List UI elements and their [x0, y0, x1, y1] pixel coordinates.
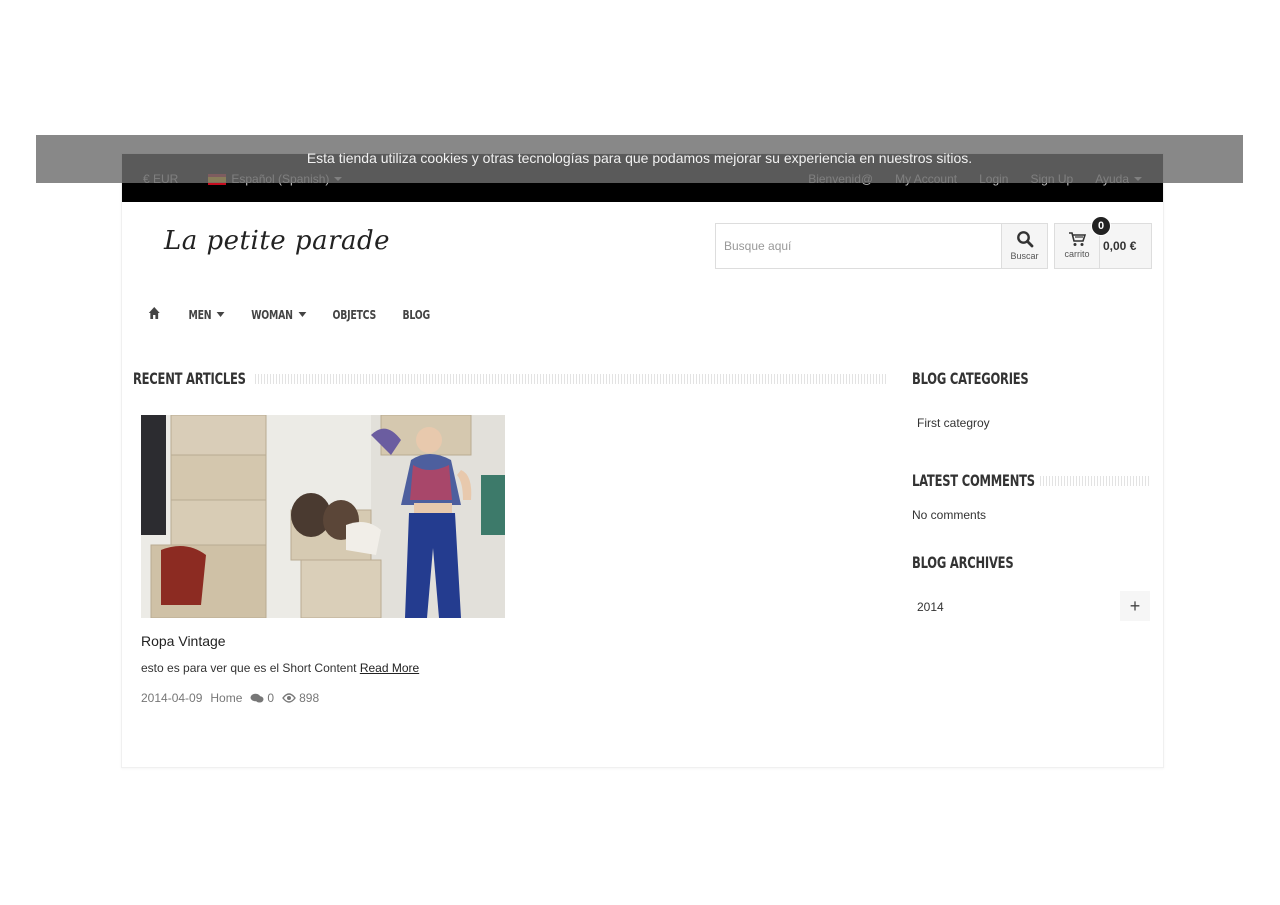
search-box: Buscar [715, 223, 1048, 269]
site-logo[interactable]: La petite parade [164, 226, 390, 256]
recent-articles-title: RECENT ARTICLES [133, 369, 246, 388]
cart-count-badge: 0 [1091, 216, 1111, 236]
post-date: 2014-04-09 [141, 691, 203, 705]
home-link[interactable] [148, 306, 160, 323]
cart-label: carrito [1064, 249, 1090, 259]
post-image[interactable] [141, 415, 505, 618]
post-comments: 0 [250, 691, 274, 705]
search-icon [1016, 231, 1033, 248]
category-link[interactable]: First categroy [917, 416, 990, 430]
comment-count: 0 [267, 691, 275, 705]
menu-item-label: WOMAN [251, 307, 293, 322]
main-menu: MEN WOMAN OBJETCS BLOG [148, 306, 457, 323]
cart-widget[interactable]: carrito 0 0,00 € [1054, 216, 1152, 269]
search-button-label: Buscar [1010, 251, 1039, 261]
menu-item-objetcs[interactable]: OBJETCS [332, 308, 376, 322]
menu-item-men[interactable]: MEN [189, 308, 225, 322]
blog-archives-title: BLOG ARCHIVES [912, 553, 1014, 572]
cookie-notice-banner: Esta tienda utiliza cookies y otras tecn… [36, 135, 1243, 183]
cart-total: 0,00 € [1103, 239, 1137, 253]
caret-down-icon [298, 312, 306, 317]
no-comments-text: No comments [912, 508, 987, 522]
menu-item-label: MEN [188, 307, 212, 322]
caret-down-icon [216, 312, 225, 317]
vintage-clothing-photo [141, 415, 505, 618]
view-count: 898 [299, 691, 320, 705]
post-category[interactable]: Home [210, 691, 242, 705]
menu-item-blog[interactable]: BLOG [403, 308, 431, 322]
post-excerpt: esto es para ver que es el Short Content… [141, 661, 419, 675]
cart-icon [1069, 232, 1087, 246]
page-container: € EUR Español (Spanish) Bienvenid@ My Ac… [121, 153, 1164, 768]
latest-comments-title: LATEST COMMENTS [912, 471, 1035, 490]
read-more-link[interactable]: Read More [360, 661, 419, 675]
post-meta: 2014-04-09 Home 0 898 [141, 691, 327, 705]
title-divider [1040, 476, 1150, 486]
post-views: 898 [282, 691, 319, 705]
archive-year-link[interactable]: 2014 [917, 600, 944, 614]
cookie-notice-text: Esta tienda utiliza cookies y otras tecn… [306, 150, 973, 166]
expand-archive-button[interactable]: + [1120, 591, 1150, 621]
eye-icon [282, 693, 296, 703]
search-button[interactable]: Buscar [1001, 224, 1047, 268]
comments-icon [250, 693, 264, 702]
search-input[interactable] [716, 224, 996, 268]
menu-item-woman[interactable]: WOMAN [251, 308, 306, 322]
home-icon [148, 307, 160, 319]
blog-categories-title: BLOG CATEGORIES [912, 369, 1029, 388]
title-divider [255, 374, 888, 384]
post-short-content: esto es para ver que es el Short Content [141, 661, 357, 675]
post-title[interactable]: Ropa Vintage [141, 633, 226, 649]
